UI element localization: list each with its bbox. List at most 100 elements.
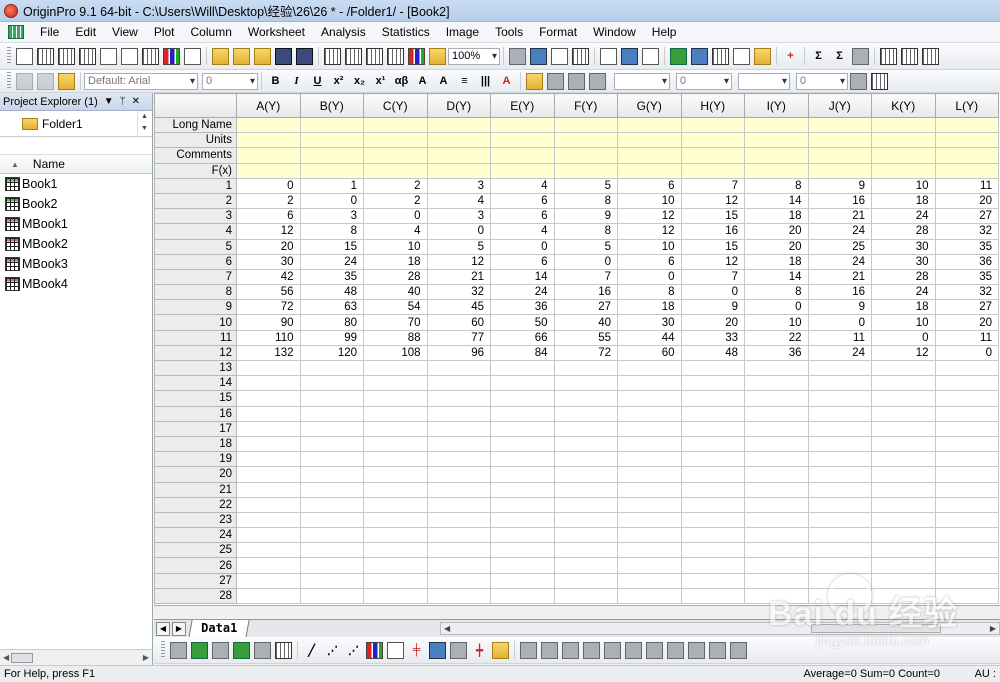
data-cell[interactable]: 90 [236, 314, 301, 331]
data-cell[interactable]: 0 [553, 253, 618, 270]
data-cell[interactable] [617, 405, 682, 422]
data-cell[interactable]: 55 [553, 329, 618, 346]
data-cell[interactable] [871, 466, 936, 483]
data-cell[interactable] [236, 390, 301, 407]
data-cell[interactable] [934, 527, 999, 544]
data-cell[interactable] [490, 420, 555, 437]
data-cell[interactable] [299, 359, 364, 377]
3d-plot-icon[interactable] [492, 641, 509, 659]
row-number[interactable]: 15 [154, 390, 237, 407]
data-cell[interactable] [680, 496, 745, 513]
label-cell[interactable] [236, 132, 301, 149]
data-cell[interactable] [617, 435, 682, 453]
data-cell[interactable] [236, 572, 301, 589]
data-cell[interactable] [617, 527, 682, 544]
data-cell[interactable]: 99 [299, 329, 364, 346]
column-properties-icon[interactable] [901, 47, 918, 65]
row-number[interactable]: 17 [154, 420, 237, 437]
label-cell[interactable] [617, 132, 682, 149]
row-number[interactable]: 23 [154, 511, 237, 529]
data-cell[interactable] [363, 557, 428, 574]
new-book-icon[interactable] [184, 47, 201, 65]
data-cell[interactable] [680, 435, 745, 453]
pattern-icon[interactable] [547, 72, 564, 90]
data-cell[interactable] [490, 481, 555, 498]
new-layout-icon[interactable] [142, 47, 159, 65]
row-number[interactable]: 3 [154, 208, 237, 225]
data-cell[interactable]: 12 [617, 208, 682, 225]
data-cell[interactable] [363, 572, 428, 589]
label-cell[interactable] [426, 162, 491, 179]
row-number[interactable]: 10 [154, 314, 237, 331]
area-plot-icon[interactable] [429, 641, 446, 659]
label-cell[interactable] [680, 147, 745, 164]
data-cell[interactable]: 28 [871, 223, 936, 240]
zoom-select[interactable]: 100% [448, 47, 500, 65]
data-cell[interactable] [680, 405, 745, 422]
line-color-icon[interactable] [568, 72, 585, 90]
data-cell[interactable]: 1 [299, 177, 364, 194]
data-cell[interactable] [807, 451, 872, 468]
data-cell[interactable] [871, 542, 936, 559]
data-cell[interactable] [934, 587, 999, 605]
label-cell[interactable] [299, 116, 364, 134]
data-cell[interactable] [426, 405, 491, 422]
data-cell[interactable]: 14 [744, 268, 809, 286]
data-cell[interactable] [553, 420, 618, 437]
border-style-select[interactable] [738, 72, 790, 90]
data-cell[interactable] [299, 511, 364, 529]
data-cell[interactable] [236, 451, 301, 468]
data-cell[interactable]: 24 [807, 253, 872, 270]
scatter-plot-icon[interactable]: ⋰ [324, 642, 341, 659]
data-cell[interactable]: 6 [490, 192, 555, 210]
data-cell[interactable] [236, 587, 301, 605]
data-cell[interactable] [744, 390, 809, 407]
line-style-select[interactable] [614, 72, 670, 90]
data-cell[interactable] [744, 375, 809, 392]
data-cell[interactable] [363, 405, 428, 422]
polar-plot-icon[interactable] [450, 641, 467, 659]
label-cell[interactable] [490, 116, 555, 134]
data-cell[interactable]: 3 [426, 177, 491, 194]
row-number[interactable]: 2 [154, 192, 237, 210]
row-number[interactable]: 16 [154, 405, 237, 422]
data-cell[interactable]: 7 [553, 268, 618, 286]
name-column-header[interactable]: ▲ Name [0, 154, 152, 174]
data-cell[interactable]: 120 [299, 344, 364, 362]
data-cell[interactable]: 10 [617, 238, 682, 255]
row-number[interactable]: 5 [154, 238, 237, 255]
data-cell[interactable] [680, 420, 745, 437]
data-cell[interactable] [680, 359, 745, 377]
data-cell[interactable] [807, 557, 872, 574]
data-cell[interactable] [934, 496, 999, 513]
label-cell[interactable] [680, 116, 745, 134]
vector-plot-icon[interactable] [604, 641, 621, 659]
data-cell[interactable] [426, 542, 491, 559]
recalculate-icon[interactable] [408, 47, 425, 65]
label-row-header[interactable]: Long Name [154, 116, 237, 134]
tab-data1[interactable]: Data1 [188, 619, 250, 638]
worksheet-horizontal-scrollbar[interactable]: ◀ ▶ [440, 622, 1000, 635]
data-cell[interactable]: 0 [363, 208, 428, 225]
data-cell[interactable] [236, 466, 301, 483]
data-cell[interactable] [553, 390, 618, 407]
cut-icon[interactable] [16, 72, 33, 90]
label-cell[interactable] [490, 132, 555, 149]
data-cell[interactable]: 96 [426, 344, 491, 362]
data-cell[interactable]: 10 [617, 192, 682, 210]
row-number[interactable]: 7 [154, 268, 237, 286]
duplicate-icon[interactable] [551, 47, 568, 65]
data-cell[interactable] [236, 481, 301, 498]
data-cell[interactable] [426, 375, 491, 392]
data-cell[interactable] [299, 572, 364, 589]
data-cell[interactable] [617, 466, 682, 483]
data-cell[interactable]: 24 [871, 208, 936, 225]
data-cell[interactable]: 18 [871, 299, 936, 316]
stack-icon[interactable] [667, 641, 684, 659]
data-cell[interactable]: 27 [553, 299, 618, 316]
data-cell[interactable] [236, 375, 301, 392]
data-cell[interactable] [871, 572, 936, 589]
row-number[interactable]: 11 [154, 329, 237, 346]
data-cell[interactable] [553, 527, 618, 544]
data-cell[interactable]: 132 [236, 344, 301, 362]
